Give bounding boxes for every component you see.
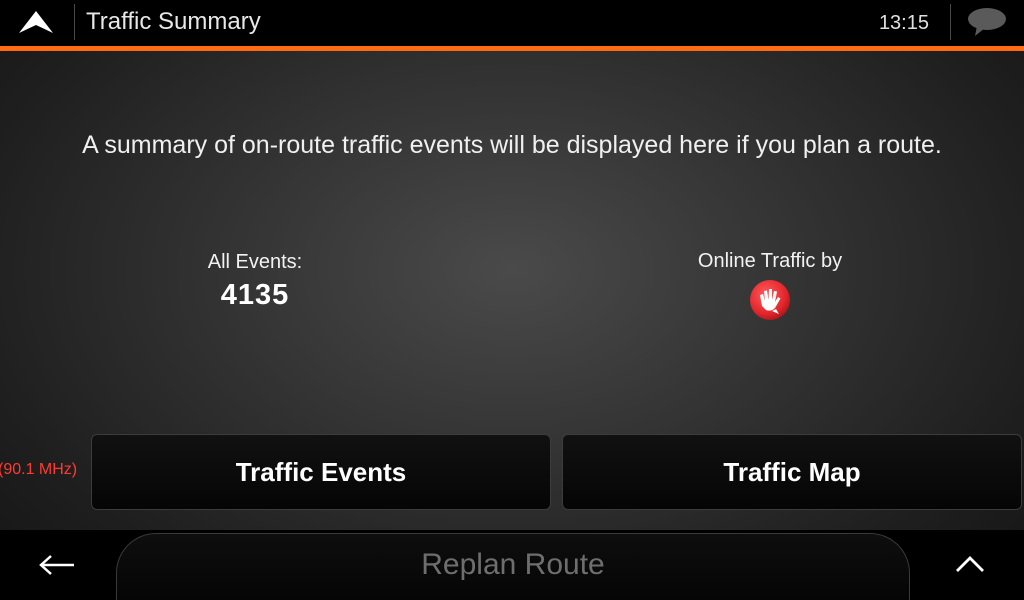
traffic-provider: Online Traffic by	[660, 249, 880, 321]
traffic-map-button[interactable]: Traffic Map	[562, 434, 1022, 510]
messages-button[interactable]	[950, 0, 1024, 46]
back-button[interactable]	[0, 530, 110, 600]
traffic-events-button[interactable]: Traffic Events	[91, 434, 551, 510]
radio-frequency: (90.1 MHz)	[0, 461, 78, 478]
provider-label: Online Traffic by	[697, 250, 843, 272]
navigation-arrow-icon	[19, 11, 53, 33]
header-divider-left	[74, 4, 75, 40]
chevron-up-icon	[956, 556, 984, 572]
speech-bubble-icon	[968, 8, 1006, 36]
route-info-message: A summary of on-route traffic events wil…	[82, 131, 942, 159]
arrow-left-icon	[39, 555, 74, 575]
traffic-summary-screen: Traffic Summary 13:15 A summary of on-ro…	[0, 0, 1024, 600]
events-summary: All Events: 4135	[155, 250, 355, 312]
more-button[interactable]	[914, 530, 1024, 600]
events-label: All Events:	[207, 251, 303, 273]
page-title: Traffic Summary	[86, 8, 261, 35]
events-count: 4135	[220, 279, 290, 311]
clock: 13:15	[878, 12, 929, 34]
replan-route-button[interactable]: Replan Route	[116, 533, 910, 600]
tomtom-hand-logo-icon	[750, 280, 790, 320]
header-bar: Traffic Summary 13:15	[0, 0, 1024, 51]
navigation-button[interactable]	[0, 0, 74, 46]
